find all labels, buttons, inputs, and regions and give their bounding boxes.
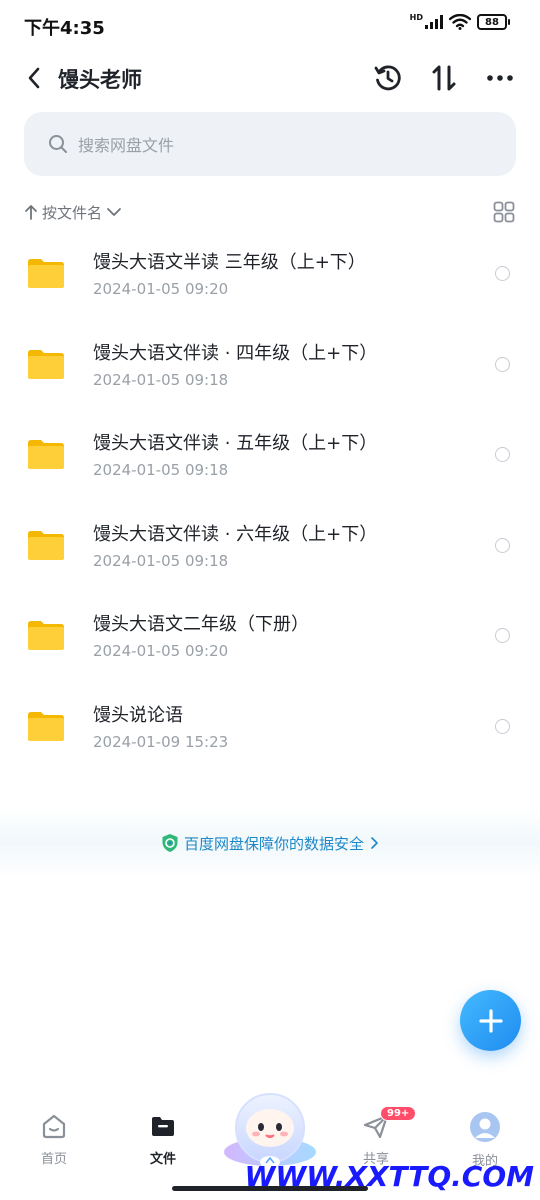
plus-icon xyxy=(478,1008,503,1033)
banner-text: 百度网盘保障你的数据安全 xyxy=(183,834,364,853)
folder-icon xyxy=(28,621,64,650)
select-checkbox[interactable] xyxy=(495,447,510,462)
tab-label-home: 首页 xyxy=(40,1152,67,1167)
wifi-icon xyxy=(449,14,471,30)
folder-icon xyxy=(152,1117,174,1136)
file-row[interactable]: 馒头大语文伴读 · 五年级（上+下） 2024-01-05 09:18 xyxy=(0,409,540,500)
file-row[interactable]: 馒头大语文二年级（下册） 2024-01-05 09:20 xyxy=(0,590,540,681)
file-row[interactable]: 馒头大语文伴读 · 四年级（上+下） 2024-01-05 09:18 xyxy=(0,319,540,410)
tab-files[interactable]: 文件 xyxy=(123,1112,203,1172)
folder-icon xyxy=(28,440,64,469)
security-banner[interactable]: 百度网盘保障你的数据安全 xyxy=(0,808,540,878)
file-name: 馒头大语文二年级（下册） xyxy=(93,614,309,635)
status-time: 下午4:35 xyxy=(24,18,105,39)
page-title: 馒头老师 xyxy=(58,68,142,92)
chevron-down-icon xyxy=(107,208,121,216)
select-checkbox[interactable] xyxy=(495,628,510,643)
file-date: 2024-01-05 09:18 xyxy=(93,551,229,570)
hd-indicator: HD xyxy=(409,13,423,22)
tab-home[interactable]: 首页 xyxy=(14,1112,94,1172)
history-icon xyxy=(374,65,401,91)
back-button[interactable] xyxy=(18,62,50,94)
grid-view-icon[interactable] xyxy=(492,200,516,224)
folder-icon xyxy=(28,349,64,379)
home-icon xyxy=(42,1114,66,1139)
sort-by-name-button[interactable]: 按文件名 xyxy=(24,202,122,223)
select-checkbox[interactable] xyxy=(495,266,510,281)
sort-row: 按文件名 xyxy=(24,198,516,226)
shield-icon xyxy=(162,834,178,852)
share-badge: 99+ xyxy=(380,1106,417,1121)
chevron-right-icon xyxy=(371,837,378,849)
watermark: WWW.XXTTQ.COM xyxy=(244,1160,534,1193)
file-date: 2024-01-05 09:20 xyxy=(93,280,229,298)
more-icon xyxy=(487,75,513,81)
file-row[interactable]: 馒头大语文半读 三年级（上+下） 2024-01-05 09:20 xyxy=(0,228,540,319)
top-nav: 馒头老师 xyxy=(0,50,540,106)
file-date: 2024-01-05 09:18 xyxy=(93,461,229,479)
add-button[interactable] xyxy=(460,990,521,1051)
file-name: 馒头说论语 xyxy=(93,704,183,726)
file-row[interactable]: 馒头说论语 2024-01-09 15:23 xyxy=(0,681,540,772)
folder-icon xyxy=(28,259,64,288)
file-date: 2024-01-05 09:20 xyxy=(93,642,229,660)
tab-label-files: 文件 xyxy=(149,1152,176,1167)
status-icons: HD 88 xyxy=(410,14,510,30)
battery-icon: 88 xyxy=(477,14,510,30)
file-list: 馒头大语文半读 三年级（上+下） 2024-01-05 09:20 馒头大语文伴读 … xyxy=(0,228,540,771)
search-icon xyxy=(49,135,67,153)
file-name: 馒头大语文半读 三年级（上+下） xyxy=(93,252,366,273)
more-button[interactable] xyxy=(482,60,518,96)
battery-level: 88 xyxy=(485,16,499,28)
sort-label: 按文件名 xyxy=(42,203,103,222)
folder-icon xyxy=(28,530,64,560)
select-checkbox[interactable] xyxy=(495,718,510,734)
file-name: 馒头大语文伴读 · 六年级（上+下） xyxy=(93,523,378,545)
file-date: 2024-01-09 15:23 xyxy=(93,732,229,751)
select-checkbox[interactable] xyxy=(495,537,510,553)
file-date: 2024-01-05 09:18 xyxy=(93,370,229,389)
search-input[interactable]: 搜索网盘文件 xyxy=(24,112,516,176)
arrow-up-icon xyxy=(25,205,37,220)
search-placeholder: 搜索网盘文件 xyxy=(78,136,175,155)
signal-icon xyxy=(425,15,443,29)
folder-icon xyxy=(28,711,64,741)
chevron-left-icon xyxy=(28,67,40,89)
file-name: 馒头大语文伴读 · 五年级（上+下） xyxy=(93,433,378,454)
file-row[interactable]: 馒头大语文伴读 · 六年级（上+下） 2024-01-05 09:18 xyxy=(0,500,540,591)
sort-button[interactable] xyxy=(426,60,462,96)
history-button[interactable] xyxy=(370,60,406,96)
select-checkbox[interactable] xyxy=(495,356,510,372)
sort-arrows-icon xyxy=(432,65,456,91)
status-bar: 下午4:35 HD 88 xyxy=(0,0,540,50)
avatar-icon xyxy=(470,1112,500,1142)
file-name: 馒头大语文伴读 · 四年级（上+下） xyxy=(93,342,378,364)
